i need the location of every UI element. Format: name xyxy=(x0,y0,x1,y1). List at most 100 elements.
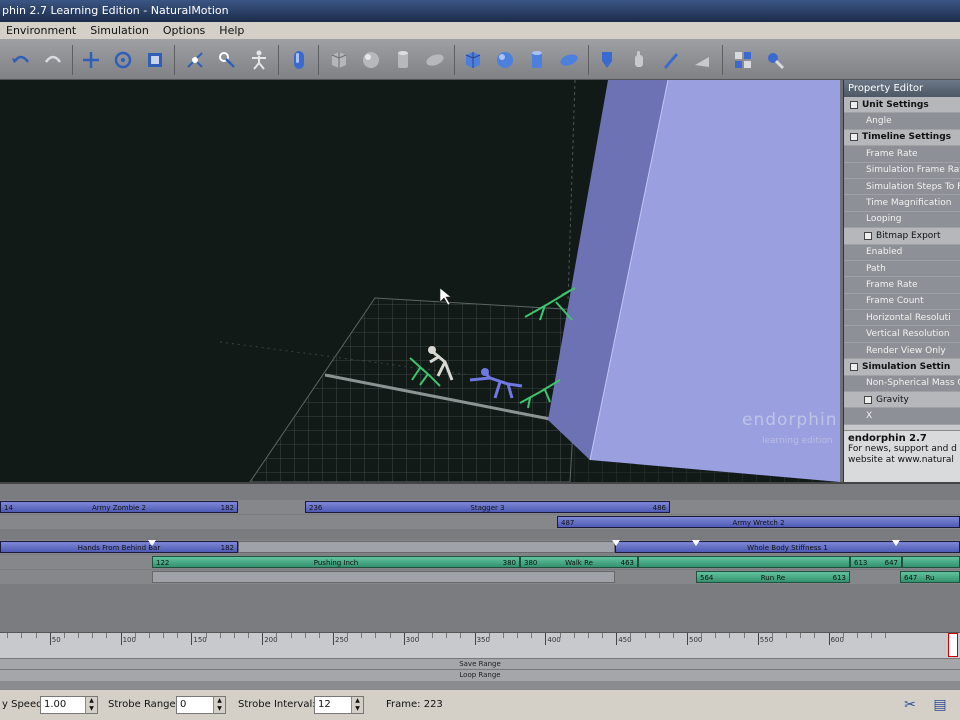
rotate-icon[interactable] xyxy=(110,47,136,73)
playback-speed-input[interactable]: 1.00 ▲ ▼ xyxy=(40,696,98,714)
clip-stagger[interactable]: 236 Stagger 3 486 xyxy=(305,501,670,513)
expand-toggle-icon[interactable] xyxy=(850,362,858,371)
capsule-icon[interactable] xyxy=(286,47,312,73)
clip-green-short[interactable]: 613 647 xyxy=(850,556,902,568)
redo-icon[interactable] xyxy=(40,47,66,73)
property-row[interactable]: Render View Only xyxy=(844,342,960,360)
menu-options[interactable]: Options xyxy=(163,24,205,37)
clip-walk[interactable]: 380 Walk Re 463 xyxy=(520,556,638,568)
hand-icon[interactable] xyxy=(626,47,652,73)
property-row[interactable]: Vertical Resolution xyxy=(844,326,960,343)
property-row[interactable]: Simulation Steps To F xyxy=(844,178,960,196)
spin-arrows-icon[interactable]: ▲ ▼ xyxy=(213,697,225,713)
expand-toggle-icon[interactable] xyxy=(864,231,872,240)
property-section[interactable]: Bitmap Export xyxy=(844,228,960,245)
sphere-blue-icon[interactable] xyxy=(492,47,518,73)
property-row[interactable]: Simulation Frame Rat xyxy=(844,162,960,179)
clip-run[interactable]: 564 Run Re 613 xyxy=(696,571,850,583)
box-icon[interactable] xyxy=(326,47,352,73)
constraint-icon[interactable] xyxy=(214,47,240,73)
property-row[interactable]: Frame Count xyxy=(844,293,960,311)
property-label: Frame Rate xyxy=(866,148,918,159)
tool-grid-icon[interactable] xyxy=(730,47,756,73)
undo-icon[interactable] xyxy=(8,47,34,73)
ruler-minor-tick xyxy=(658,633,660,638)
property-row[interactable]: Frame Rate xyxy=(844,146,960,163)
property-row[interactable]: Horizontal Resoluti xyxy=(844,310,960,327)
scale-icon[interactable] xyxy=(142,47,168,73)
pen-icon[interactable] xyxy=(658,47,684,73)
expand-toggle-icon[interactable] xyxy=(850,100,858,109)
behaviour-icon[interactable] xyxy=(594,47,620,73)
cylinder-icon[interactable] xyxy=(390,47,416,73)
property-row[interactable]: Enabled xyxy=(844,244,960,261)
expand-toggle-icon[interactable] xyxy=(864,395,872,404)
timeline-panel: 14 Army Zombie 2 182 236 Stagger 3 486 487 Ar… xyxy=(0,482,960,632)
spin-arrows-icon[interactable]: ▲ ▼ xyxy=(85,697,97,713)
menu-environment[interactable]: Environment xyxy=(6,24,76,37)
property-row[interactable]: Angle xyxy=(844,113,960,130)
cylinder-blue-icon[interactable] xyxy=(524,47,550,73)
property-section[interactable]: Timeline Settings xyxy=(844,129,960,147)
property-section[interactable]: Simulation Settin xyxy=(844,359,960,376)
ruler-minor-tick xyxy=(361,633,363,638)
menu-simulation[interactable]: Simulation xyxy=(90,24,149,37)
ruler-minor-tick xyxy=(134,633,136,638)
ruler-minor-tick xyxy=(842,633,844,638)
clip-green[interactable] xyxy=(638,556,850,568)
joint-icon[interactable] xyxy=(182,47,208,73)
property-row[interactable]: Frame Rate xyxy=(844,277,960,294)
clip-whole-body-stiffness[interactable]: Whole Body Stiffness 1 xyxy=(615,541,960,553)
strobe-range-input[interactable]: 0 ▲ ▼ xyxy=(176,696,226,714)
ellipsoid-icon[interactable] xyxy=(422,47,448,73)
timeline-ruler[interactable]: 50 100 150 200 250 300 350 400 450 500 550 600 xyxy=(0,632,960,658)
property-row[interactable]: Non-Spherical Mass G xyxy=(844,375,960,393)
keyframe-marker[interactable] xyxy=(612,540,620,546)
move-icon[interactable] xyxy=(78,47,104,73)
clip-army-zombie[interactable]: 14 Army Zombie 2 182 xyxy=(0,501,238,513)
property-label: Path xyxy=(866,263,886,274)
property-section[interactable]: Unit Settings xyxy=(844,97,960,114)
keyframe-marker[interactable] xyxy=(692,540,700,546)
ruler-minor-tick xyxy=(347,633,349,638)
tool-select-icon[interactable] xyxy=(762,47,788,73)
clip-run-end[interactable]: 647 Ru xyxy=(900,571,960,583)
3d-viewport[interactable]: endorphin learning edition xyxy=(0,80,840,482)
clip-hands-from-behind[interactable]: Hands From Behind Bar 182 xyxy=(0,541,238,553)
playhead[interactable] xyxy=(948,633,958,657)
property-row[interactable]: Looping xyxy=(844,211,960,229)
ruler-minor-tick xyxy=(35,633,37,638)
save-range-bar[interactable]: Save Range xyxy=(0,658,960,669)
expand-toggle-icon[interactable] xyxy=(850,133,858,142)
loop-range-bar[interactable]: Loop Range xyxy=(0,669,960,681)
character-icon[interactable] xyxy=(246,47,272,73)
box-blue-icon[interactable] xyxy=(460,47,486,73)
ruler-minor-tick xyxy=(885,633,887,638)
property-section[interactable]: Gravity xyxy=(844,392,960,409)
spin-arrows-icon[interactable]: ▲ ▼ xyxy=(351,697,363,713)
clip-pushing-inch[interactable]: 122 Pushing Inch 380 xyxy=(152,556,520,568)
clip-army-wretch[interactable]: 487 Army Wretch 2 xyxy=(557,516,960,528)
clip-gap[interactable] xyxy=(238,541,615,553)
cone-icon[interactable] xyxy=(690,47,716,73)
clip-grey[interactable] xyxy=(152,571,615,583)
property-row[interactable]: Time Magnification xyxy=(844,195,960,212)
clip-green-end[interactable] xyxy=(902,556,960,568)
property-label: Non-Spherical Mass G xyxy=(866,378,960,389)
ellipsoid-blue-icon[interactable] xyxy=(556,47,582,73)
ruler-minor-tick xyxy=(219,633,221,638)
app-window: phin 2.7 Learning Edition - NaturalMotio… xyxy=(0,0,960,720)
about-box: endorphin 2.7 For news, support and d we… xyxy=(844,430,960,482)
menu-help[interactable]: Help xyxy=(219,24,244,37)
window-title: phin 2.7 Learning Edition - NaturalMotio… xyxy=(2,4,229,17)
keyframe-marker[interactable] xyxy=(892,540,900,546)
keyframe-marker[interactable] xyxy=(148,540,156,546)
sphere-icon[interactable] xyxy=(358,47,384,73)
property-label: X xyxy=(866,411,873,422)
scissors-icon[interactable]: ✂ xyxy=(900,695,920,715)
property-row[interactable]: X xyxy=(844,408,960,425)
film-icon[interactable]: ▤ xyxy=(930,695,950,715)
strobe-interval-input[interactable]: 12 ▲ ▼ xyxy=(314,696,364,714)
property-label: Angle xyxy=(866,116,892,127)
property-row[interactable]: Path xyxy=(844,260,960,278)
